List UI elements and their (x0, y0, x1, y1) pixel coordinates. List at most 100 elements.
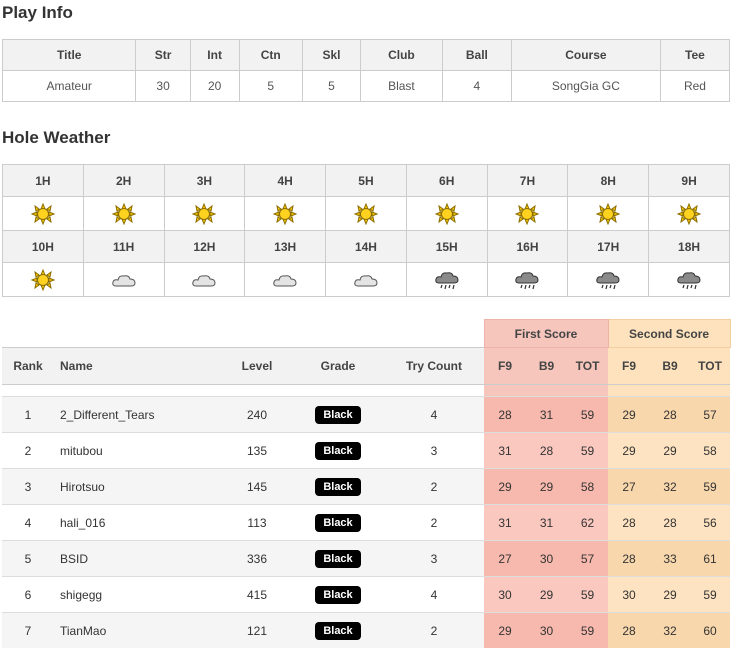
grade-cell: Black (292, 397, 384, 433)
hole-label: 8H (568, 165, 649, 197)
level-cell: 336 (222, 541, 292, 577)
ranking-table: First Score Second Score Rank Name Level… (2, 319, 731, 648)
value-str: 30 (136, 71, 190, 102)
col-level: Level (222, 348, 292, 385)
name-cell[interactable]: 2_Different_Tears (54, 397, 222, 433)
col-first-f9: F9 (484, 348, 526, 385)
rank-cell: 3 (2, 469, 54, 505)
col-try-count: Try Count (384, 348, 484, 385)
first-f9-cell: 30 (484, 577, 526, 613)
name-cell[interactable]: mitubou (54, 433, 222, 469)
rank-cell: 4 (2, 505, 54, 541)
first-tot-cell: 59 (567, 613, 608, 648)
second-b9-cell: 28 (650, 397, 690, 433)
first-tot-cell: 58 (567, 469, 608, 505)
first-f9-cell: 27 (484, 541, 526, 577)
second-tot-cell: 58 (690, 433, 730, 469)
first-tot-cell: 62 (567, 505, 608, 541)
col-rank: Rank (2, 348, 54, 385)
cloud-icon (191, 269, 217, 291)
hole-label: 11H (83, 231, 164, 263)
table-row: 6shigegg415Black4302959302959 (2, 577, 730, 613)
col-second-b9: B9 (650, 348, 690, 385)
weather-cell (164, 197, 245, 231)
level-cell: 240 (222, 397, 292, 433)
try-count-cell: 4 (384, 577, 484, 613)
first-f9-cell: 31 (484, 505, 526, 541)
weather-cell (568, 197, 649, 231)
col-name: Name (54, 348, 222, 385)
grade-cell: Black (292, 541, 384, 577)
hole-weather-heading: Hole Weather (2, 128, 110, 148)
weather-cell (245, 263, 326, 297)
cloud-icon (111, 269, 137, 291)
col-first-tot: TOT (567, 348, 608, 385)
level-cell: 135 (222, 433, 292, 469)
second-b9-cell: 29 (650, 433, 690, 469)
value-skl: 5 (302, 71, 360, 102)
hole-label: 9H (649, 165, 730, 197)
name-cell[interactable]: Hirotsuo (54, 469, 222, 505)
first-b9-cell: 28 (526, 433, 567, 469)
table-row: 12_Different_Tears240Black4283159292857 (2, 397, 730, 433)
weather-cell (326, 197, 407, 231)
weather-cell (3, 263, 84, 297)
second-tot-cell: 61 (690, 541, 730, 577)
first-tot-cell: 59 (567, 433, 608, 469)
name-cell[interactable]: hali_016 (54, 505, 222, 541)
table-row: 2mitubou135Black3312859292958 (2, 433, 730, 469)
rank-cell: 5 (2, 541, 54, 577)
hole-label: 6H (406, 165, 487, 197)
second-f9-cell: 29 (608, 433, 650, 469)
second-f9-cell: 28 (608, 505, 650, 541)
weather-cell (487, 263, 568, 297)
name-cell[interactable]: BSID (54, 541, 222, 577)
weather-cell (326, 263, 407, 297)
table-row: 7TianMao121Black2293059283260 (2, 613, 730, 648)
level-cell: 113 (222, 505, 292, 541)
first-f9-cell: 29 (484, 469, 526, 505)
rain-cloud-icon (434, 269, 460, 291)
first-b9-cell: 31 (526, 397, 567, 433)
grade-badge: Black (315, 406, 360, 424)
second-b9-cell: 32 (650, 613, 690, 648)
second-tot-cell: 59 (690, 577, 730, 613)
hole-label: 3H (164, 165, 245, 197)
grade-cell: Black (292, 505, 384, 541)
try-count-cell: 2 (384, 613, 484, 648)
rain-cloud-icon (514, 269, 540, 291)
sun-icon (676, 203, 702, 225)
col-grade: Grade (292, 348, 384, 385)
name-cell[interactable]: TianMao (54, 613, 222, 648)
level-cell: 145 (222, 469, 292, 505)
table-row: 5BSID336Black3273057283361 (2, 541, 730, 577)
table-row: 3Hirotsuo145Black2292958273259 (2, 469, 730, 505)
level-cell: 415 (222, 577, 292, 613)
hole-label: 12H (164, 231, 245, 263)
try-count-cell: 2 (384, 469, 484, 505)
grade-badge: Black (315, 586, 360, 604)
hole-label: 10H (3, 231, 84, 263)
weather-cell (83, 263, 164, 297)
try-count-cell: 4 (384, 397, 484, 433)
value-title: Amateur (3, 71, 136, 102)
weather-cell (3, 197, 84, 231)
second-tot-cell: 57 (690, 397, 730, 433)
value-club: Blast (360, 71, 442, 102)
col-second-tot: TOT (690, 348, 730, 385)
col-club: Club (360, 40, 442, 71)
name-cell[interactable]: shigegg (54, 577, 222, 613)
hole-label: 7H (487, 165, 568, 197)
first-f9-cell: 28 (484, 397, 526, 433)
rank-cell: 2 (2, 433, 54, 469)
weather-cell (164, 263, 245, 297)
grade-cell: Black (292, 469, 384, 505)
first-tot-cell: 59 (567, 397, 608, 433)
col-ball: Ball (442, 40, 511, 71)
second-f9-cell: 28 (608, 613, 650, 648)
rain-cloud-icon (595, 269, 621, 291)
col-second-f9: F9 (608, 348, 650, 385)
weather-cell (406, 197, 487, 231)
col-int: Int (190, 40, 239, 71)
hole-label: 17H (568, 231, 649, 263)
